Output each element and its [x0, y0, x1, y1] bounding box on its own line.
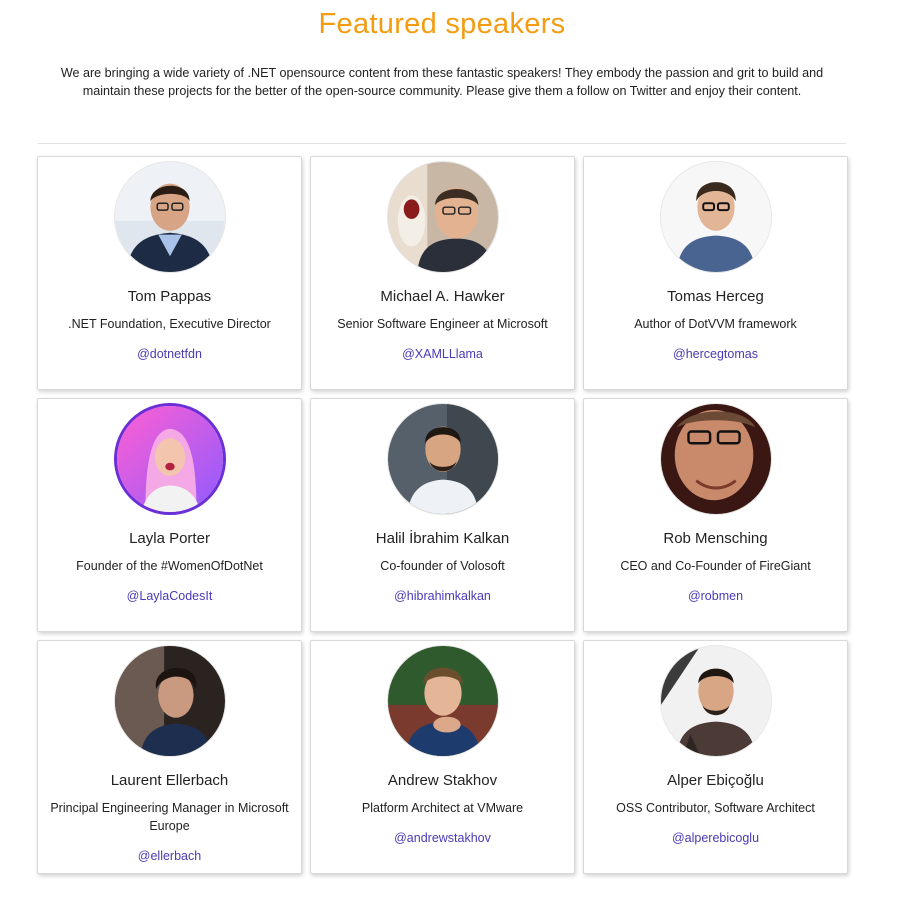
speaker-card[interactable]: Laurent Ellerbach Principal Engineering … — [37, 640, 302, 874]
speaker-role: Senior Software Engineer at Microsoft — [337, 317, 548, 331]
speaker-photo — [659, 403, 772, 515]
page-title: Featured speakers — [318, 8, 566, 40]
speaker-name: Tom Pappas — [127, 288, 212, 305]
speaker-name: Halil İbrahim Kalkan — [375, 530, 510, 547]
twitter-handle-link[interactable]: @robmen — [584, 587, 847, 605]
twitter-handle-link[interactable]: @LaylaCodesIt — [38, 587, 301, 605]
speaker-photo — [386, 645, 499, 757]
twitter-handle-link[interactable]: @hibrahimkalkan — [311, 587, 574, 605]
speaker-name: Laurent Ellerbach — [110, 772, 229, 789]
speaker-photo — [659, 645, 772, 757]
speakers-grid: Tom Pappas .NET Foundation, Executive Di… — [37, 156, 849, 874]
speaker-card[interactable]: Layla Porter Founder of the #WomenOfDotN… — [37, 398, 302, 632]
twitter-handle-link[interactable]: @ellerbach — [38, 847, 301, 865]
speaker-card[interactable]: Tom Pappas .NET Foundation, Executive Di… — [37, 156, 302, 390]
speaker-name: Tomas Herceg — [667, 288, 764, 305]
speaker-card[interactable]: Rob Mensching CEO and Co-Founder of Fire… — [583, 398, 848, 632]
speaker-card[interactable]: Andrew Stakhov Platform Architect at VMw… — [310, 640, 575, 874]
speaker-photo — [113, 403, 226, 515]
speaker-photo — [386, 161, 499, 273]
speaker-photo — [386, 403, 499, 515]
speaker-card[interactable]: Alper Ebiçoğlu OSS Contributor, Software… — [583, 640, 848, 874]
speaker-card[interactable]: Tomas Herceg Author of DotVVM framework … — [583, 156, 848, 390]
twitter-handle-link[interactable]: @hercegtomas — [584, 345, 847, 363]
speaker-card[interactable]: Halil İbrahim Kalkan Co-founder of Volos… — [310, 398, 575, 632]
speaker-role: Principal Engineering Manager in Microso… — [50, 801, 289, 833]
twitter-handle-link[interactable]: @dotnetfdn — [38, 345, 301, 363]
speaker-role: Platform Architect at VMware — [361, 801, 524, 815]
speaker-name: Andrew Stakhov — [387, 772, 498, 789]
speaker-name: Rob Mensching — [663, 530, 768, 547]
speaker-role: Author of DotVVM framework — [634, 317, 797, 331]
twitter-handle-link[interactable]: @XAMLLlama — [311, 345, 574, 363]
speaker-name: Layla Porter — [129, 530, 210, 547]
speaker-role: Founder of the #WomenOfDotNet — [76, 559, 263, 573]
intro-text: We are bringing a wide variety of .NET o… — [60, 66, 824, 98]
speaker-card[interactable]: Michael A. Hawker Senior Software Engine… — [310, 156, 575, 390]
speaker-photo — [113, 161, 226, 273]
speaker-role: Co-founder of Volosoft — [380, 559, 505, 573]
twitter-handle-link[interactable]: @andrewstakhov — [311, 829, 574, 847]
speaker-photo — [659, 161, 772, 273]
speaker-name: Alper Ebiçoğlu — [667, 772, 764, 789]
speaker-role: .NET Foundation, Executive Director — [68, 317, 271, 331]
speaker-role: CEO and Co-Founder of FireGiant — [620, 559, 811, 573]
speaker-name: Michael A. Hawker — [380, 288, 505, 305]
speaker-role: OSS Contributor, Software Architect — [616, 801, 815, 815]
speaker-photo — [113, 645, 226, 757]
twitter-handle-link[interactable]: @alperebicoglu — [584, 829, 847, 847]
divider — [38, 143, 846, 144]
